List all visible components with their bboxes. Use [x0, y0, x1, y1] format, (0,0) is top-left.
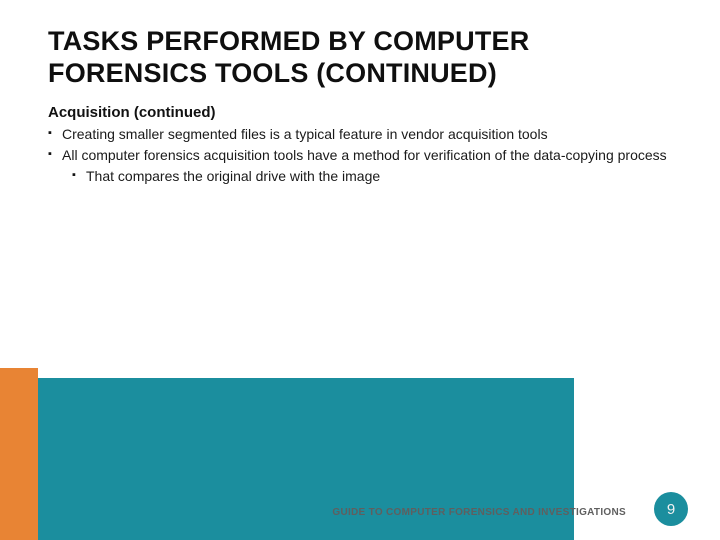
bullet-text: Creating smaller segmented files is a ty…	[62, 126, 548, 142]
sub-bullet-list: That compares the original drive with th…	[62, 167, 672, 186]
list-item: That compares the original drive with th…	[72, 167, 672, 186]
section-subheading: Acquisition (continued)	[48, 104, 672, 121]
list-item: All computer forensics acquisition tools…	[48, 146, 672, 186]
slide-title: TASKS PERFORMED BY COMPUTER FORENSICS TO…	[48, 26, 672, 90]
decoration-orange-bar	[0, 368, 38, 540]
footer-label: GUIDE TO COMPUTER FORENSICS AND INVESTIG…	[332, 507, 626, 518]
page-number-badge: 9	[654, 492, 688, 526]
bullet-list: Creating smaller segmented files is a ty…	[48, 125, 672, 186]
slide: TASKS PERFORMED BY COMPUTER FORENSICS TO…	[0, 0, 720, 540]
bullet-text: That compares the original drive with th…	[86, 168, 380, 184]
bullet-text: All computer forensics acquisition tools…	[62, 147, 667, 163]
list-item: Creating smaller segmented files is a ty…	[48, 125, 672, 144]
